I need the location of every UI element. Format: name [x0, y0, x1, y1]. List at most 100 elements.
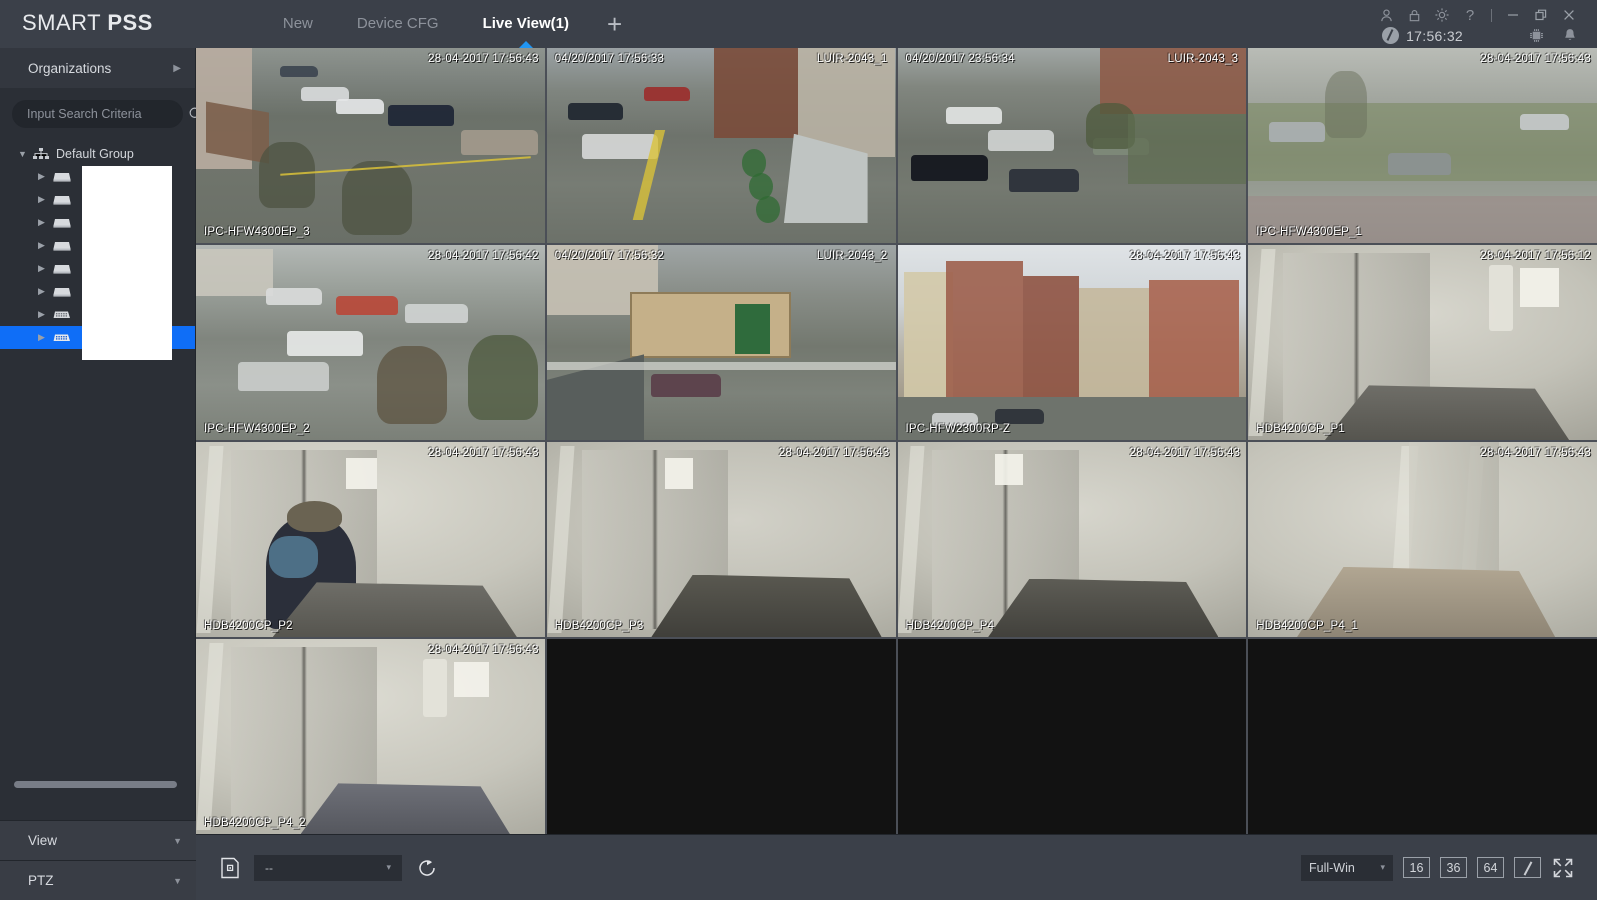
video-tile[interactable]: 28-04-2017 17:56:43 IPC-HFW4300EP_1 — [1248, 48, 1597, 243]
tree-device-6[interactable]: ▶ — [0, 280, 195, 303]
help-icon[interactable]: ? — [1456, 4, 1484, 26]
tree-device-7[interactable]: ▶ — [0, 303, 195, 326]
stream-select-value: -- — [265, 860, 273, 875]
chevron-right-icon[interactable]: ▶ — [38, 171, 52, 182]
tree-device-1[interactable]: ▶ — [0, 165, 195, 188]
person-bag — [269, 535, 319, 579]
video-tile[interactable]: 04/20/2017 23:56:34 LUIR-2043_3 — [897, 48, 1247, 243]
video-tile[interactable]: 28-04-2017 17:56:43 IPC-HFW4300EP_3 — [196, 48, 545, 243]
tile-timestamp: 28-04-2017 17:56:43 — [1480, 447, 1591, 459]
chevron-down-icon[interactable]: ▼ — [18, 149, 32, 159]
video-stream — [1248, 442, 1597, 637]
window-mode-select[interactable]: Full-Win ▾ — [1301, 854, 1393, 881]
video-stream — [546, 48, 896, 243]
tile-camera-name: HDB4200CP_P4_2 — [204, 817, 306, 829]
tile-camera-name: HDB4200CP_P4_1 — [1256, 620, 1359, 632]
panel-view-label: View — [28, 833, 58, 848]
lock-icon[interactable] — [1400, 4, 1428, 26]
video-tile[interactable]: 28-04-2017 17:56:43 HDB4200CP_P4_2 — [196, 639, 545, 834]
lift-rail — [1248, 248, 1276, 437]
panel-view[interactable]: View ▼ — [0, 820, 196, 860]
tile-camera-name: LUIR-2043_2 — [816, 250, 888, 262]
tab-live-view[interactable]: Live View(1) — [461, 0, 591, 48]
video-tile[interactable]: 28-04-2017 17:56:42 IPC-HFW4300EP_2 — [196, 245, 545, 440]
chevron-right-icon[interactable]: ▶ — [38, 286, 52, 297]
titlebar-right: ? 17:56:32 — [1327, 0, 1597, 48]
tab-new[interactable]: New — [261, 0, 335, 48]
video-tile-empty[interactable] — [546, 639, 896, 834]
search-box[interactable] — [12, 100, 203, 128]
tree-device-3[interactable]: ▶ — [0, 211, 195, 234]
video-tile[interactable]: 28-04-2017 17:56:43 HDB4200CP_P3 — [546, 442, 896, 637]
nvr-icon — [52, 170, 72, 184]
layout-36-button[interactable]: 36 — [1440, 857, 1467, 878]
video-tile-empty[interactable] — [897, 639, 1247, 834]
tile-timestamp: 28-04-2017 17:56:43 — [778, 447, 890, 459]
custom-layout-icon[interactable] — [1514, 857, 1541, 878]
fullscreen-icon[interactable] — [1551, 856, 1575, 880]
chevron-right-icon[interactable]: ▶ — [38, 194, 52, 205]
lift-rail — [547, 445, 575, 634]
snapshot-icon[interactable] — [220, 857, 240, 879]
tree-horizontal-scrollbar[interactable] — [0, 781, 196, 788]
video-tile[interactable]: 28-04-2017 17:56:43 IPC-HFW2300RP-Z — [897, 245, 1247, 440]
scrollbar-track[interactable] — [14, 781, 182, 788]
close-icon[interactable] — [1555, 4, 1583, 26]
tree-device-2[interactable]: ▶ — [0, 188, 195, 211]
video-tile-empty[interactable] — [1248, 639, 1597, 834]
scrollbar-thumb[interactable] — [14, 781, 177, 788]
device-tree: ▼ Default Group ▶ ▶ ▶ ▶ ▶ ▶ ▶ ▶ — [0, 142, 195, 360]
video-grid: 28-04-2017 17:56:43 IPC-HFW4300EP_3 04/2… — [196, 48, 1597, 834]
video-tile[interactable]: 28-04-2017 17:56:43 HDB4200CP_P4 — [897, 442, 1247, 637]
tab-strip: New Device CFG Live View(1) + — [261, 0, 638, 48]
tile-timestamp: 28-04-2017 17:56:42 — [428, 250, 539, 262]
chevron-right-icon[interactable]: ▶ — [38, 217, 52, 228]
video-tile[interactable]: 28-04-2017 17:56:12 HDB4200CP_P1 — [1248, 245, 1597, 440]
layout-16-button[interactable]: 16 — [1403, 857, 1430, 878]
video-stream — [1248, 245, 1597, 440]
lift-notice — [665, 457, 694, 489]
person-head — [286, 500, 343, 532]
video-stream — [196, 442, 545, 637]
bell-icon[interactable] — [1553, 27, 1587, 44]
window-mode-value: Full-Win — [1309, 860, 1355, 875]
video-stream — [196, 48, 545, 243]
cpu-icon[interactable] — [1519, 27, 1553, 44]
chevron-right-icon[interactable]: ▶ — [38, 309, 52, 320]
layout-64-button[interactable]: 64 — [1477, 857, 1504, 878]
titlebar-divider — [1491, 8, 1492, 22]
stream-select[interactable]: -- ▾ — [254, 854, 402, 881]
video-tile[interactable]: 04/20/2017 17:56:33 LUIR-2043_1 — [546, 48, 896, 243]
tile-camera-name: HDB4200CP_P1 — [1256, 423, 1345, 435]
video-tile[interactable]: 28-04-2017 17:56:43 HDB4200CP_P4_1 — [1248, 442, 1597, 637]
panel-ptz[interactable]: PTZ ▼ — [0, 860, 196, 900]
tree-node-default-group[interactable]: ▼ Default Group — [0, 142, 195, 165]
minimize-icon[interactable] — [1499, 4, 1527, 26]
restore-icon[interactable] — [1527, 4, 1555, 26]
tree-device-8-selected[interactable]: ▶ — [0, 326, 195, 349]
tree-device-4[interactable]: ▶ — [0, 234, 195, 257]
tile-timestamp: 04/20/2017 23:56:34 — [905, 53, 1015, 65]
tree-device-5[interactable]: ▶ — [0, 257, 195, 280]
user-icon[interactable] — [1372, 4, 1400, 26]
chevron-right-icon[interactable]: ▶ — [38, 332, 52, 343]
organizations-header[interactable]: Organizations ▶ — [0, 48, 195, 88]
chevron-right-icon[interactable]: ▶ — [38, 240, 52, 251]
add-tab-button[interactable]: + — [591, 1, 638, 47]
chevron-right-icon[interactable]: ▶ — [38, 263, 52, 274]
tile-camera-name: IPC-HFW4300EP_3 — [204, 226, 310, 238]
refresh-icon[interactable] — [416, 857, 438, 879]
titlebar-icon-row: ? — [1372, 4, 1583, 26]
titlebar-status-row: 17:56:32 — [1382, 27, 1587, 44]
search-area — [0, 88, 203, 128]
search-input[interactable] — [27, 107, 188, 121]
video-tile[interactable]: 28-04-2017 17:56:43 HDB4200CP_P2 — [196, 442, 545, 637]
chevron-down-icon: ▾ — [1380, 862, 1385, 872]
tab-device-cfg[interactable]: Device CFG — [335, 0, 461, 48]
video-tile[interactable]: 04/20/2017 17:56:32 LUIR-2043_2 — [546, 245, 896, 440]
gear-icon[interactable] — [1428, 4, 1456, 26]
video-stream — [196, 639, 545, 834]
tile-camera-name: IPC-HFW4300EP_1 — [1256, 226, 1363, 238]
lift-notice — [345, 457, 378, 489]
tile-camera-name: LUIR-2043_3 — [1167, 53, 1239, 65]
